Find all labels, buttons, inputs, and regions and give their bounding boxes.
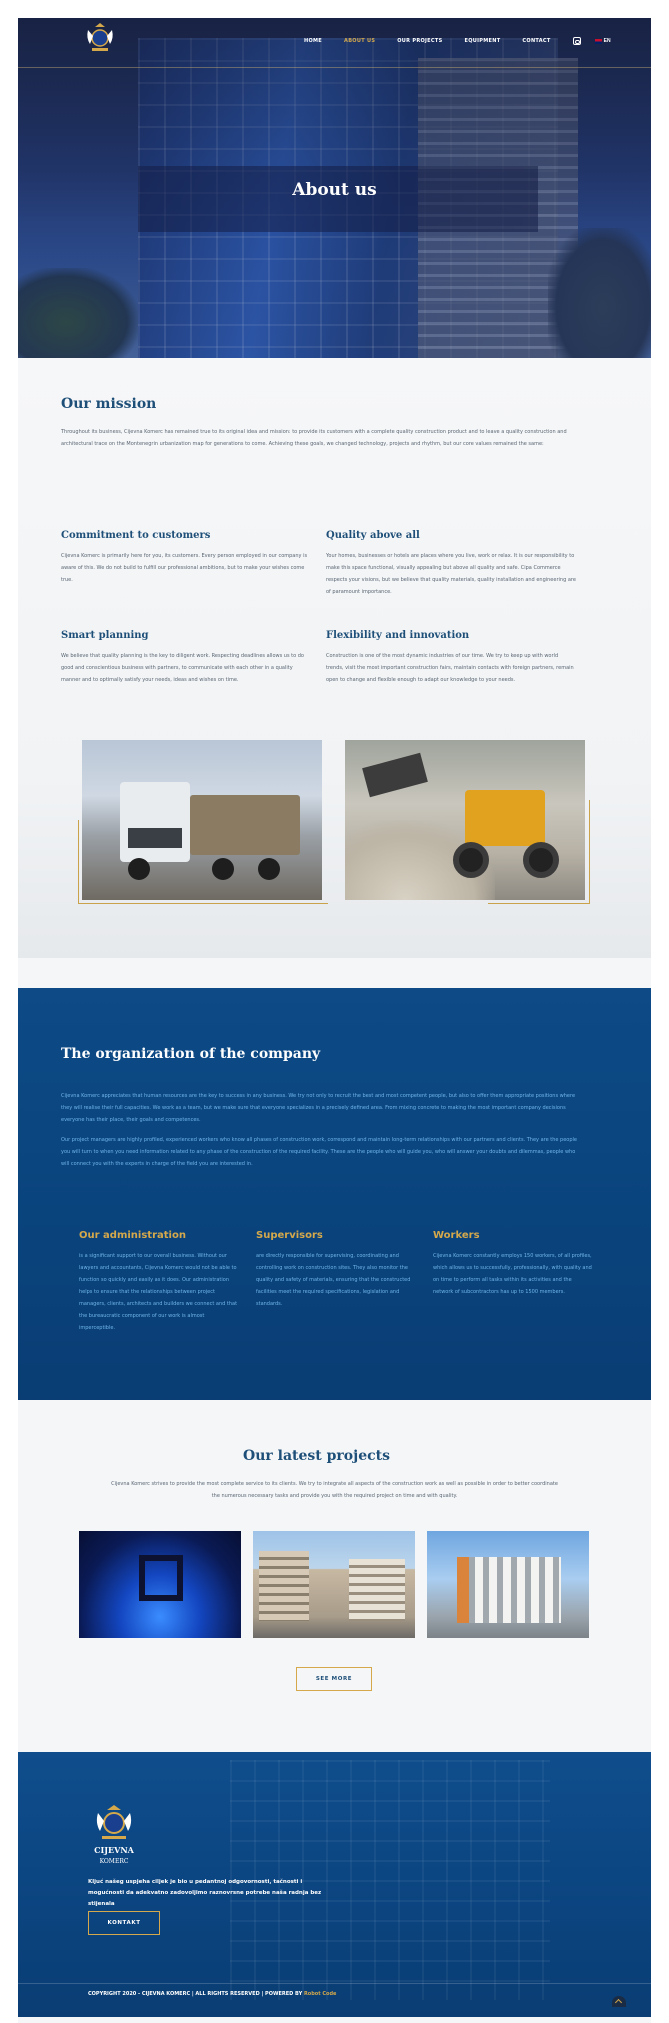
loader-photo xyxy=(345,740,585,900)
svg-text:CIJEVNA: CIJEVNA xyxy=(94,1845,135,1855)
project-image-residential[interactable] xyxy=(253,1531,415,1638)
nav-menu: HOME ABOUT US OUR PROJECTS EQUIPMENT CON… xyxy=(304,33,611,49)
nav-item-our-projects[interactable]: OUR PROJECTS xyxy=(397,38,442,44)
org-column-title-administration: Our administration xyxy=(79,1230,186,1241)
footer-text: Kljuć našeg uspjeha ciljek je bio u peda… xyxy=(88,1879,322,1907)
nav-item-equipment[interactable]: EQUIPMENT xyxy=(464,38,500,44)
nav-item-contact[interactable]: CONTACT xyxy=(522,38,550,44)
feature-text-commitment: Cijevna Komerc is primarily here for you… xyxy=(61,553,308,583)
contact-button[interactable]: KONTAKT xyxy=(88,1911,160,1935)
project-image-apartments[interactable] xyxy=(427,1531,589,1638)
feature-title-planning: Smart planning xyxy=(61,630,149,641)
language-switcher[interactable]: EN xyxy=(594,38,611,44)
powered-by-link[interactable]: Robot Code xyxy=(304,1991,337,1997)
scroll-to-top-icon[interactable] xyxy=(612,1996,626,2007)
org-column-title-supervisors: Supervisors xyxy=(256,1230,323,1241)
see-more-button[interactable]: SEE MORE xyxy=(296,1667,372,1691)
feature-title-quality: Quality above all xyxy=(326,530,420,541)
feature-title-commitment: Commitment to customers xyxy=(61,530,211,541)
feature-text-flexibility: Construction is one of the most dynamic … xyxy=(326,653,574,683)
organization-title: The organization of the company xyxy=(61,1046,321,1062)
nav-item-about-us[interactable]: ABOUT US xyxy=(344,38,375,44)
org-column-text-administration: is a significant support to our overall … xyxy=(79,1253,238,1331)
mission-text: Throughout its business, Cijevna Komerc … xyxy=(61,429,567,447)
nav-item-home[interactable]: HOME xyxy=(304,38,322,44)
projects-text: Cijevna Komerc strives to provide the mo… xyxy=(111,1481,558,1499)
footer-logo[interactable]: CIJEVNA KOMERC xyxy=(88,1803,140,1869)
feature-text-planning: We believe that quality planning is the … xyxy=(61,653,304,683)
page-title: About us xyxy=(292,180,377,200)
org-column-title-workers: Workers xyxy=(433,1230,480,1241)
mission-title: Our mission xyxy=(61,396,157,412)
uk-flag-icon xyxy=(594,38,602,44)
top-navigation: HOME ABOUT US OUR PROJECTS EQUIPMENT CON… xyxy=(18,18,651,68)
projects-title: Our latest projects xyxy=(243,1448,390,1464)
organization-paragraph-1: Cijevna Komerc appreciates that human re… xyxy=(61,1093,576,1123)
company-logo[interactable] xyxy=(82,22,118,56)
feature-title-flexibility: Flexibility and innovation xyxy=(326,630,470,641)
language-label: EN xyxy=(603,38,611,44)
copyright-text: COPYRIGHT 2020 - CIJEVNA KOMERC | ALL RI… xyxy=(88,1991,337,1997)
instagram-icon[interactable] xyxy=(572,37,581,45)
organization-paragraph-2: Our project managers are highly profiled… xyxy=(61,1137,578,1167)
svg-text:KOMERC: KOMERC xyxy=(100,1858,129,1865)
org-column-text-supervisors: are directly responsible for supervising… xyxy=(256,1253,411,1307)
feature-text-quality: Your homes, businesses or hotels are pla… xyxy=(326,553,576,595)
org-column-text-workers: Cijevna Komerc constantly employs 150 wo… xyxy=(433,1253,592,1295)
project-image-pool[interactable] xyxy=(79,1531,241,1638)
truck-photo xyxy=(82,740,322,900)
